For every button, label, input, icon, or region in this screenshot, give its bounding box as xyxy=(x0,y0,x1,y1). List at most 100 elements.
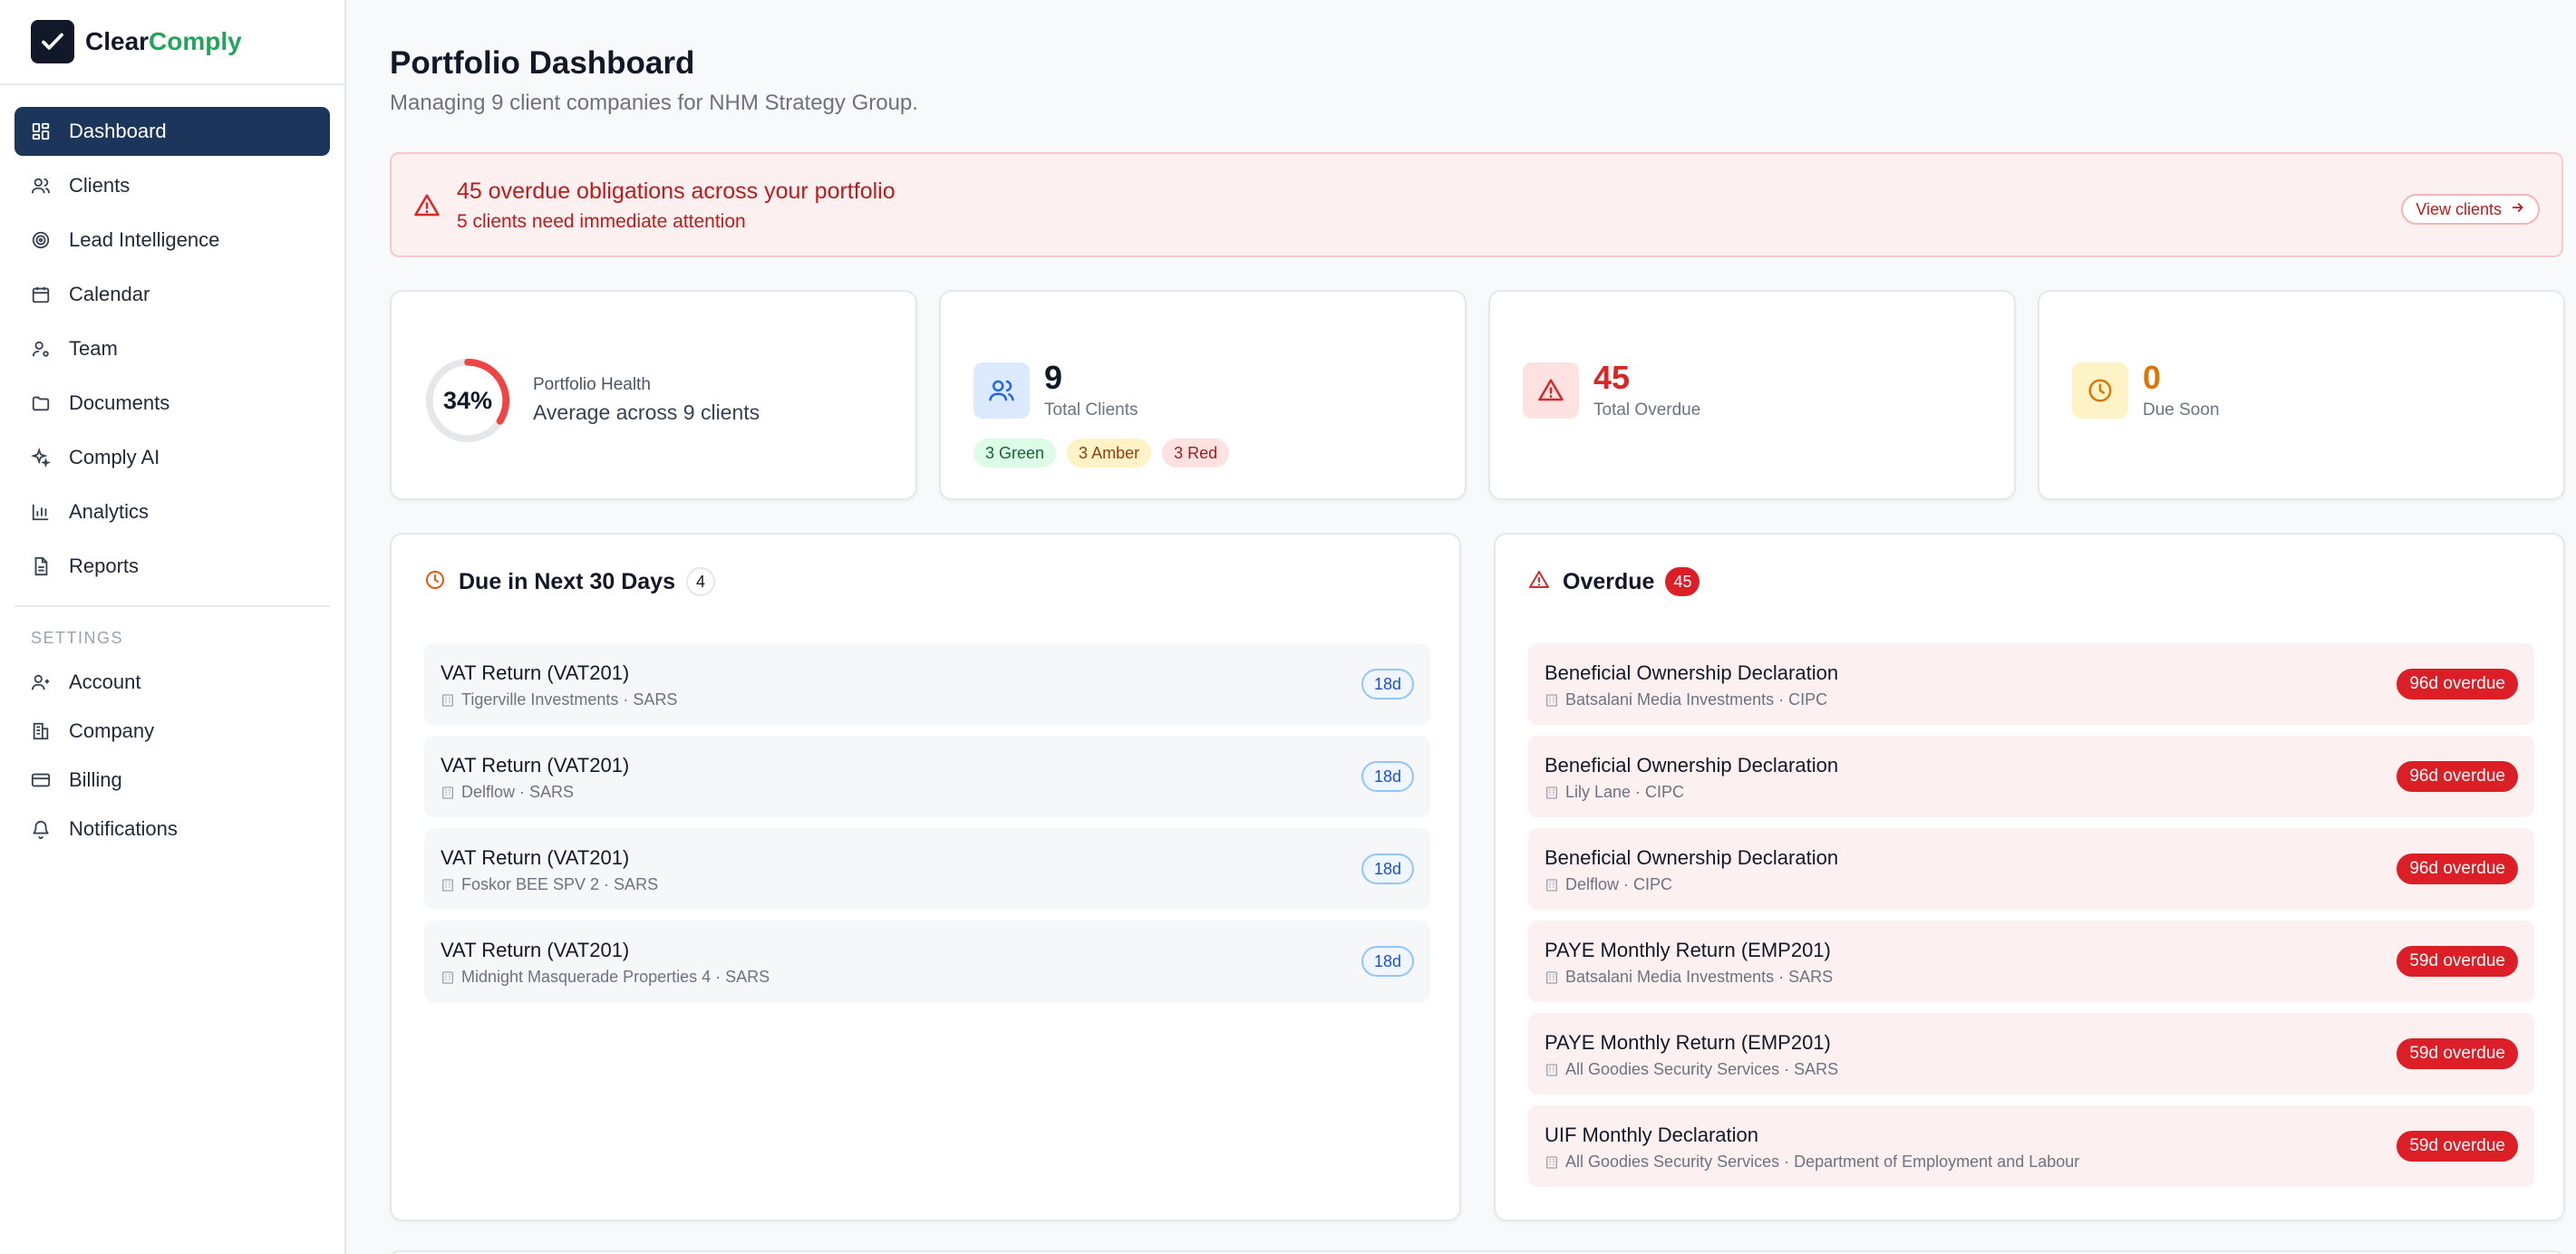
overdue-badge: 96d overdue xyxy=(2397,669,2518,699)
nav-company[interactable]: Company xyxy=(15,708,330,755)
arrow-right-icon xyxy=(2511,200,2525,219)
item-meta-text: Tigerville Investments · SARS xyxy=(461,690,678,709)
nav-clients[interactable]: Clients xyxy=(15,161,330,210)
item-meta: Midnight Masquerade Properties 4 · SARS xyxy=(441,968,770,987)
nav-calendar[interactable]: Calendar xyxy=(15,270,330,319)
overdue-item[interactable]: PAYE Monthly Return (EMP201) All Goodies… xyxy=(1528,1013,2534,1095)
due-item[interactable]: VAT Return (VAT201) Tigerville Investmen… xyxy=(424,643,1430,725)
health-subtitle: Average across 9 clients xyxy=(533,400,760,424)
nav-reports[interactable]: Reports xyxy=(15,542,330,591)
item-title: PAYE Monthly Return (EMP201) xyxy=(1545,1031,1831,1054)
due-item[interactable]: VAT Return (VAT201) Foskor BEE SPV 2 · S… xyxy=(424,828,1430,910)
settings-heading: SETTINGS xyxy=(31,629,124,647)
overdue-item[interactable]: Beneficial Ownership Declaration Delflow… xyxy=(1528,828,2534,910)
item-title: VAT Return (VAT201) xyxy=(441,754,630,777)
panel-title: Due in Next 30 Days xyxy=(459,568,675,594)
nav-divider xyxy=(15,605,330,607)
item-title: Beneficial Ownership Declaration xyxy=(1545,661,1839,684)
building-icon xyxy=(441,693,455,708)
dashboard-icon xyxy=(31,121,51,141)
overdue-item[interactable]: PAYE Monthly Return (EMP201) Batsalani M… xyxy=(1528,921,2534,1002)
building-icon xyxy=(441,970,455,985)
days-badge: 18d xyxy=(1361,761,1414,792)
building-icon xyxy=(441,878,455,892)
nav-documents[interactable]: Documents xyxy=(15,379,330,428)
building-icon xyxy=(1545,970,1559,985)
nav-team[interactable]: Team xyxy=(15,324,330,373)
days-badge: 18d xyxy=(1361,854,1414,884)
due-soon-value: 0 xyxy=(2143,359,2162,396)
item-title: PAYE Monthly Return (EMP201) xyxy=(1545,939,1831,961)
due-list: VAT Return (VAT201) Tigerville Investmen… xyxy=(424,643,1430,1013)
calendar-icon xyxy=(31,285,51,304)
item-meta: All Goodies Security Services · SARS xyxy=(1545,1060,1838,1079)
due-soon-card[interactable]: 0 Due Soon xyxy=(2038,290,2565,500)
users-icon xyxy=(973,362,1030,419)
count-badge: 45 xyxy=(1665,567,1700,596)
green-count-pill: 3 Green xyxy=(973,439,1057,468)
count-badge: 4 xyxy=(686,567,716,596)
overdue-panel: Overdue 45 Beneficial Ownership Declarat… xyxy=(1494,533,2565,1221)
nav-account[interactable]: Account xyxy=(15,659,330,706)
button-label: View clients xyxy=(2416,199,2502,218)
overdue-badge: 96d overdue xyxy=(2397,761,2518,792)
nav-label: Company xyxy=(69,719,155,742)
nav-lead-intelligence[interactable]: Lead Intelligence xyxy=(15,216,330,265)
item-meta: Delflow · SARS xyxy=(441,783,574,802)
nav-notifications[interactable]: Notifications xyxy=(15,805,330,853)
item-title: UIF Monthly Declaration xyxy=(1545,1124,1758,1146)
total-clients-card[interactable]: 9 Total Clients 3 Green 3 Amber 3 Red xyxy=(939,290,1467,500)
nav-label: Documents xyxy=(69,391,170,414)
item-meta: All Goodies Security Services · Departme… xyxy=(1545,1153,2079,1172)
item-meta: Tigerville Investments · SARS xyxy=(441,690,677,709)
sparkles-icon xyxy=(31,448,51,468)
due-item[interactable]: VAT Return (VAT201) Midnight Masquerade … xyxy=(424,921,1430,1002)
nav-analytics[interactable]: Analytics xyxy=(15,487,330,536)
overdue-alert-banner: 45 overdue obligations across your portf… xyxy=(390,152,2563,257)
due-next-30-days-panel: Due in Next 30 Days 4 VAT Return (VAT201… xyxy=(390,533,1461,1221)
overdue-badge: 59d overdue xyxy=(2397,946,2518,977)
brand[interactable]: ClearComply xyxy=(0,0,344,85)
item-title: VAT Return (VAT201) xyxy=(441,661,630,684)
main-nav: Dashboard Clients Lead Intelligence Cale… xyxy=(0,85,344,853)
overdue-item[interactable]: Beneficial Ownership Declaration Lily La… xyxy=(1528,736,2534,817)
overdue-item[interactable]: UIF Monthly Declaration All Goodies Secu… xyxy=(1528,1105,2534,1187)
item-meta: Delflow · CIPC xyxy=(1545,875,1672,894)
nav-label: Dashboard xyxy=(69,120,167,142)
building-icon xyxy=(1545,693,1559,708)
logo-check-icon xyxy=(31,20,74,63)
building-icon xyxy=(1545,786,1559,800)
team-icon xyxy=(31,339,51,359)
user-icon xyxy=(31,672,51,692)
item-meta: Lily Lane · CIPC xyxy=(1545,783,1684,802)
nav-comply-ai[interactable]: Comply AI xyxy=(15,433,330,482)
item-meta-text: Midnight Masquerade Properties 4 · SARS xyxy=(461,968,770,986)
rag-pills: 3 Green 3 Amber 3 Red xyxy=(973,439,1240,468)
brand-name: ClearComply xyxy=(85,27,242,55)
days-badge: 18d xyxy=(1361,946,1414,977)
total-overdue-card[interactable]: 45 Total Overdue xyxy=(1488,290,2016,500)
panel-header: Overdue 45 xyxy=(1528,567,1700,596)
nav-dashboard[interactable]: Dashboard xyxy=(15,107,330,156)
health-percentage: 34% xyxy=(442,386,493,414)
overdue-badge: 59d overdue xyxy=(2397,1038,2518,1069)
item-title: Beneficial Ownership Declaration xyxy=(1545,754,1839,777)
item-meta-text: All Goodies Security Services · SARS xyxy=(1565,1060,1839,1078)
file-text-icon xyxy=(31,556,51,576)
nav-label: Lead Intelligence xyxy=(69,228,220,251)
item-meta-text: Delflow · CIPC xyxy=(1565,875,1673,893)
nav-label: Calendar xyxy=(69,283,150,305)
target-icon xyxy=(31,230,51,250)
warning-triangle-icon xyxy=(1528,569,1550,595)
page-title: Portfolio Dashboard xyxy=(390,45,695,81)
nav-label: Analytics xyxy=(69,500,150,523)
nav-label: Comply AI xyxy=(69,446,160,468)
view-clients-button[interactable]: View clients xyxy=(2401,194,2540,225)
overdue-item[interactable]: Beneficial Ownership Declaration Batsala… xyxy=(1528,643,2534,725)
due-item[interactable]: VAT Return (VAT201) Delflow · SARS 18d xyxy=(424,736,1430,817)
nav-billing[interactable]: Billing xyxy=(15,757,330,804)
item-meta-text: Batsalani Media Investments · SARS xyxy=(1565,968,1834,986)
credit-card-icon xyxy=(31,770,51,790)
item-meta: Batsalani Media Investments · CIPC xyxy=(1545,690,1827,709)
building-icon xyxy=(1545,878,1559,892)
